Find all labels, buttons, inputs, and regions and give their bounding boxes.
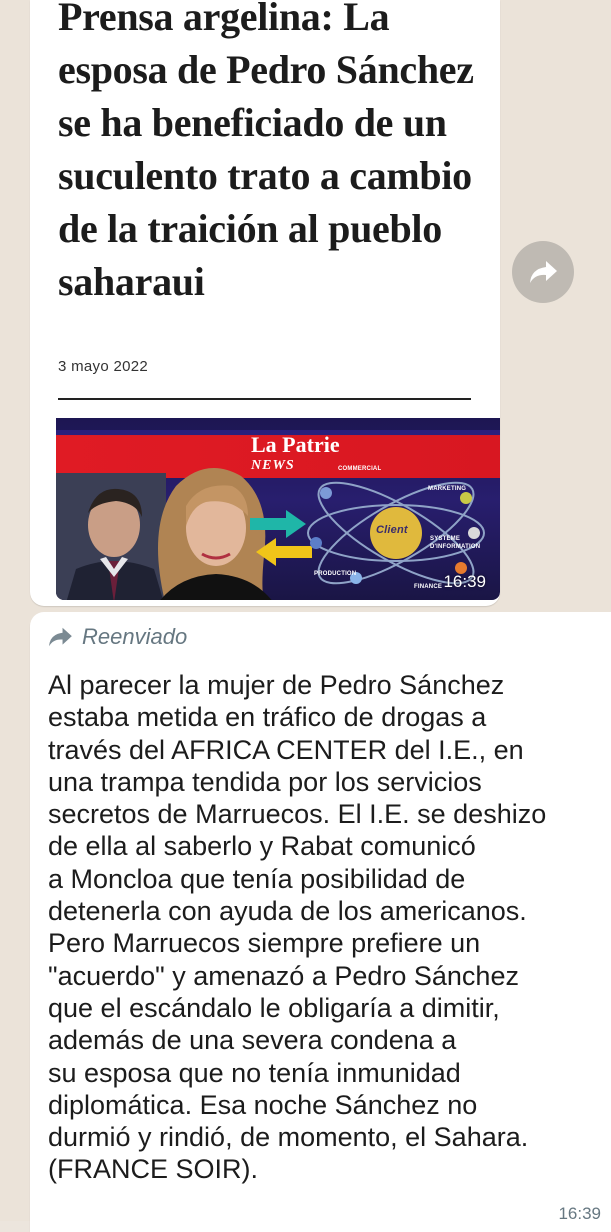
atom-label-client: Client bbox=[376, 524, 408, 536]
divider bbox=[58, 398, 471, 400]
forward-arrow-icon bbox=[530, 261, 557, 283]
forwarded-indicator: Reenviado bbox=[46, 624, 187, 650]
forward-arrow-icon bbox=[49, 627, 72, 647]
atom-label-marketing: MARKETING bbox=[428, 486, 467, 492]
article-date: 3 mayo 2022 bbox=[58, 358, 149, 375]
atom-label-commercial: COMMERCIAL bbox=[338, 466, 382, 472]
message-body: Al parecer la mujer de Pedro Sánchez est… bbox=[48, 670, 547, 1185]
atom-label-production: PRODUCTION bbox=[314, 571, 357, 577]
atom-label-systeme: SYSTEME D'INFORMATION bbox=[430, 536, 481, 550]
forwarded-label: Reenviado bbox=[82, 624, 188, 649]
image-timestamp: 16:39 bbox=[443, 572, 486, 591]
atom-label-finance: FINANCE bbox=[414, 584, 443, 590]
article-banner-image[interactable]: La Patrie NEWS COMMERCIAL MARKETING Clie… bbox=[56, 418, 500, 600]
article-headline: Prensa argelina: La esposa de Pedro Sánc… bbox=[58, 0, 474, 304]
forward-button[interactable] bbox=[512, 241, 574, 303]
image-message-bubble[interactable]: Prensa argelina: La esposa de Pedro Sánc… bbox=[30, 0, 500, 606]
text-message-bubble[interactable]: Reenviado Al parecer la mujer de Pedro S… bbox=[30, 612, 611, 1232]
message-timestamp: 16:39 bbox=[558, 1204, 601, 1223]
